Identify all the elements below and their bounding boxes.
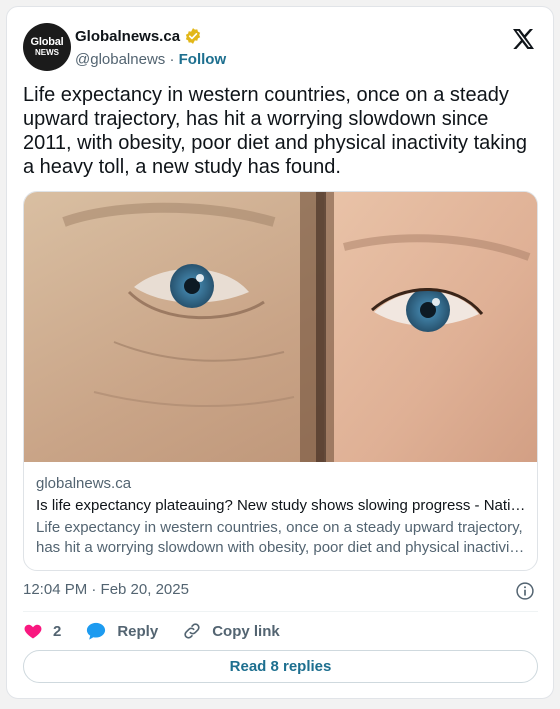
avatar-text-line1: Global [30, 36, 64, 48]
like-button[interactable]: 2 [23, 621, 61, 641]
heart-icon [24, 624, 42, 639]
reply-button[interactable]: Reply [85, 621, 158, 641]
article-image[interactable] [24, 192, 538, 462]
copy-link-button[interactable]: Copy link [182, 621, 280, 641]
avatar-text-line2: NEWS [35, 48, 59, 57]
link-description-line1: Life expectancy in western countries, on… [36, 519, 523, 536]
link-icon [184, 623, 200, 639]
speech-bubble-icon [87, 622, 106, 640]
tweet-card: Global NEWS Globalnews.ca @globalnews · … [6, 6, 554, 699]
link-description-line2: has hit a worrying slowdown with obesity… [36, 539, 526, 556]
avatar[interactable]: Global NEWS [23, 23, 71, 71]
link-title[interactable]: Is life expectancy plateauing? New study… [36, 496, 526, 516]
separator: · [169, 51, 175, 68]
info-icon[interactable] [515, 581, 535, 601]
tweet-text: Life expectancy in western countries, on… [23, 84, 527, 178]
author-handle[interactable]: @globalnews [75, 51, 165, 68]
action-bar: 2 Reply Copy link [23, 621, 304, 641]
tweet-timestamp[interactable]: 12:04 PM · Feb 20, 2025 [23, 581, 189, 598]
x-logo-icon[interactable] [511, 27, 535, 51]
divider [23, 611, 538, 612]
reply-label: Reply [117, 622, 159, 640]
read-replies-button[interactable]: Read 8 replies [23, 650, 538, 683]
author-name[interactable]: Globalnews.ca [75, 28, 180, 45]
verified-badge-icon [185, 28, 201, 44]
author-name-row: Globalnews.ca [75, 27, 202, 45]
like-count: 2 [53, 622, 62, 640]
author-handle-row: @globalnews · Follow [75, 51, 226, 68]
copy-link-label: Copy link [212, 622, 280, 640]
link-description: Life expectancy in western countries, on… [36, 518, 526, 558]
follow-button[interactable]: Follow [179, 51, 227, 68]
link-preview-card[interactable]: globalnews.ca Is life expectancy plateau… [23, 191, 538, 571]
link-domain: globalnews.ca [36, 475, 132, 492]
link-meta: globalnews.ca Is life expectancy plateau… [36, 474, 526, 558]
